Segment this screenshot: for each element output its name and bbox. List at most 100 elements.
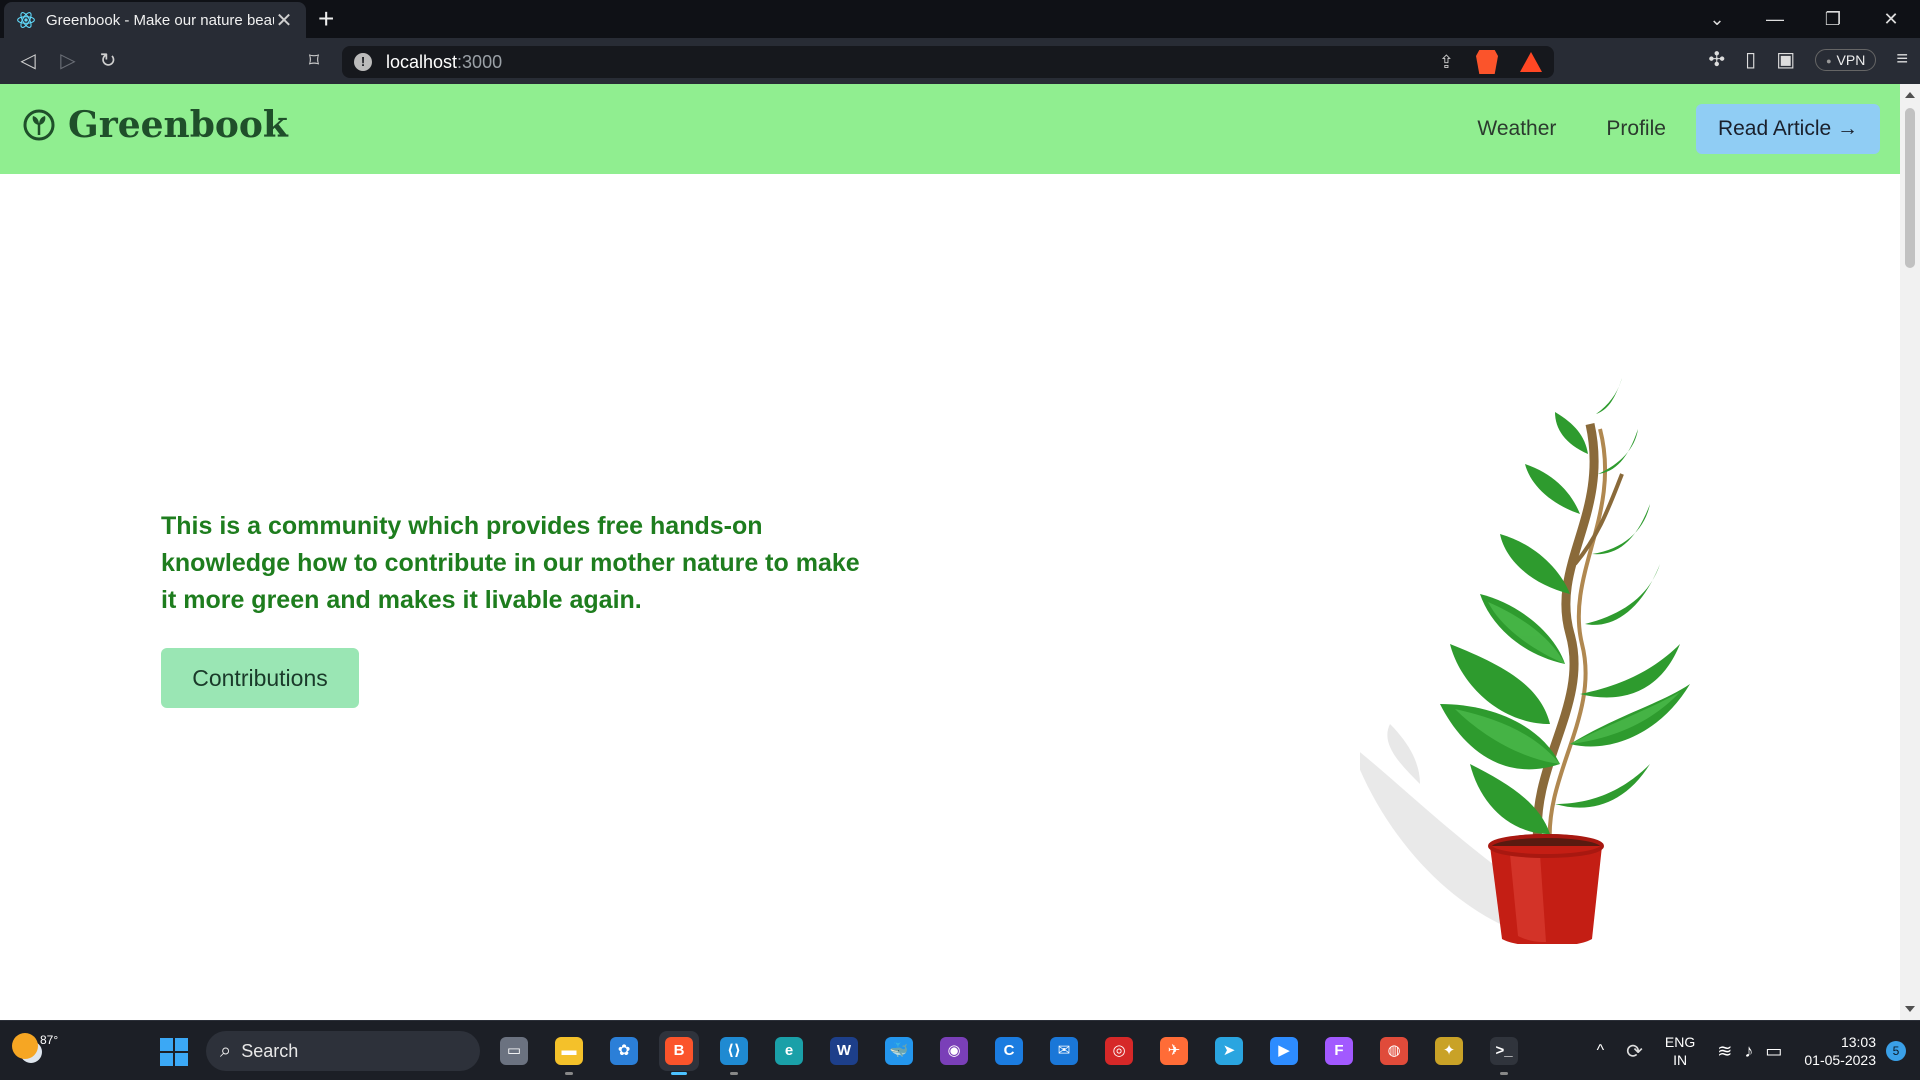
taskbar-app-mail[interactable]: ✉ [1044,1031,1084,1071]
language-indicator[interactable]: ENG IN [1665,1033,1695,1069]
taskbar-app-brave-browser[interactable]: B [659,1031,699,1075]
taskbar-app-task-view[interactable]: ▭ [494,1031,534,1071]
taskbar-app-vscode[interactable]: ⟨⟩ [714,1031,754,1075]
taskbar-app-file-explorer[interactable]: ▬ [549,1031,589,1075]
brave-rewards-icon[interactable] [1520,52,1542,72]
app-red-icon: ◎ [1105,1037,1133,1065]
app-w-icon: W [830,1037,858,1065]
scroll-down-icon[interactable] [1905,1006,1915,1012]
nav-weather-link[interactable]: Weather [1477,117,1556,141]
contributions-button[interactable]: Contributions [161,648,359,708]
taskbar-search[interactable]: ⌕ Search [206,1031,480,1071]
clock-time: 13:03 [1840,1034,1876,1050]
github-desktop-icon: ◉ [940,1037,968,1065]
mail-icon: ✉ [1050,1037,1078,1065]
address-toolbar: ◁ ▷ ↻ ⌑ ! localhost:3000 ⇪ ✣ ▯ ▣ VPN ≡ [0,38,1920,84]
taskbar-app-edge[interactable]: e [769,1031,809,1071]
vpn-button[interactable]: VPN [1815,48,1877,71]
taskbar: 87° ⌕ Search ▭ ▬ ✿ B ⟨⟩ e W 🐳 ◉ C ✉ ◎ ✈ ➤ ▶ F ◍ ✦ >_ ^ ⟳ E… [0,1020,1920,1080]
file-explorer-icon: ▬ [555,1037,583,1065]
copilot-icon: ✿ [610,1037,638,1065]
close-tab-icon[interactable]: ✕ [274,8,294,33]
search-icon: ⌕ [220,1039,232,1062]
postman-icon: ✈ [1160,1037,1188,1065]
wallet-icon[interactable]: ▣ [1776,47,1795,72]
battery-icon: ▭ [1765,1040,1783,1061]
window-controls: ⌄ — ❐ ✕ [1688,0,1920,38]
scroll-up-icon[interactable] [1905,92,1915,98]
tab-title: Greenbook - Make our nature beautiful [46,11,274,29]
nav-profile-link[interactable]: Profile [1606,117,1666,141]
new-tab-button[interactable]: + [318,4,334,34]
site-navbar: Greenbook Weather Profile Read Article → [0,84,1900,174]
taskbar-app-copilot[interactable]: ✿ [604,1031,644,1071]
forward-icon[interactable]: ▷ [54,48,82,74]
restore-button[interactable]: ❐ [1804,9,1862,30]
running-indicator [1500,1072,1508,1075]
taskbar-app-app-c[interactable]: C [989,1031,1029,1071]
menu-icon[interactable]: ≡ [1896,48,1908,71]
taskbar-app-app-colorful[interactable]: ✦ [1429,1031,1469,1071]
volume-icon: ♪ [1744,1040,1754,1061]
back-icon[interactable]: ◁ [14,48,42,74]
weather-temp: 87° [40,1033,59,1047]
taskbar-app-terminal[interactable]: >_ [1484,1031,1524,1075]
taskbar-app-telegram[interactable]: ➤ [1209,1031,1249,1071]
wifi-icon: ≋ [1717,1040,1733,1061]
nav-links: Weather Profile Read Article → [1477,104,1880,154]
system-tray: ^ ⟳ ENG IN ≋ ♪ ▭ 13:03 01-05-2023 5 [1597,1021,1920,1080]
taskbar-app-app-w[interactable]: W [824,1031,864,1071]
close-window-button[interactable]: ✕ [1862,9,1920,30]
windows-start-icon[interactable] [160,1038,188,1066]
quick-settings[interactable]: ≋ ♪ ▭ [1717,1041,1782,1062]
page-viewport: Greenbook Weather Profile Read Article →… [0,84,1900,1020]
tab-search-icon[interactable]: ⌄ [1688,9,1746,30]
read-article-button[interactable]: Read Article → [1695,104,1880,154]
clock[interactable]: 13:03 01-05-2023 [1804,1033,1876,1069]
share-icon[interactable]: ⇪ [1439,52,1454,73]
pinned-apps: ▭ ▬ ✿ B ⟨⟩ e W 🐳 ◉ C ✉ ◎ ✈ ➤ ▶ F ◍ ✦ >_ [494,1031,1524,1075]
reload-icon[interactable]: ↻ [94,48,122,74]
taskbar-app-app-red[interactable]: ◎ [1099,1031,1139,1071]
app-colorful-icon: ✦ [1435,1037,1463,1065]
search-label: Search [241,1040,299,1061]
taskbar-app-zoom[interactable]: ▶ [1264,1031,1304,1071]
running-indicator [671,1072,687,1075]
scrollbar-thumb[interactable] [1905,108,1915,268]
brave-browser-icon: B [665,1037,693,1065]
telegram-icon: ➤ [1215,1037,1243,1065]
weather-widget[interactable]: 87° [12,1033,58,1059]
terminal-icon: >_ [1490,1037,1518,1065]
taskbar-app-docker[interactable]: 🐳 [879,1031,919,1071]
show-hidden-icons[interactable]: ^ [1597,1042,1605,1060]
address-bar[interactable]: ! localhost:3000 ⇪ [342,46,1554,78]
bookmark-icon[interactable]: ⌑ [300,48,328,74]
sync-icon[interactable]: ⟳ [1626,1039,1643,1064]
extensions-icon[interactable]: ✣ [1708,47,1725,72]
minimize-button[interactable]: — [1746,9,1804,30]
taskbar-app-figma[interactable]: F [1319,1031,1359,1071]
brand-name: Greenbook [68,104,288,146]
react-icon [17,12,35,28]
sidebar-icon[interactable]: ▯ [1745,47,1756,72]
partly-cloudy-icon [12,1033,38,1059]
extension-toolbar: ✣ ▯ ▣ VPN ≡ [1708,47,1908,72]
site-info-icon[interactable]: ! [354,53,372,71]
zoom-icon: ▶ [1270,1037,1298,1065]
vscode-icon: ⟨⟩ [720,1037,748,1065]
page-scrollbar[interactable] [1900,84,1920,1020]
clock-date: 01-05-2023 [1804,1052,1876,1068]
brave-shields-icon[interactable] [1476,50,1498,74]
running-indicator [730,1072,738,1075]
notification-badge[interactable]: 5 [1886,1041,1906,1061]
lang-region: IN [1673,1052,1688,1068]
browser-tab[interactable]: Greenbook - Make our nature beautiful ✕ [4,2,306,38]
taskbar-app-postman[interactable]: ✈ [1154,1031,1194,1071]
brand[interactable]: Greenbook [22,104,288,146]
leaf-logo-icon [23,109,55,141]
chrome-icon: ◍ [1380,1037,1408,1065]
taskbar-app-chrome[interactable]: ◍ [1374,1031,1414,1071]
omnibox-actions: ⇪ [1439,50,1542,74]
taskbar-app-github-desktop[interactable]: ◉ [934,1031,974,1071]
lang-code: ENG [1664,1034,1696,1050]
